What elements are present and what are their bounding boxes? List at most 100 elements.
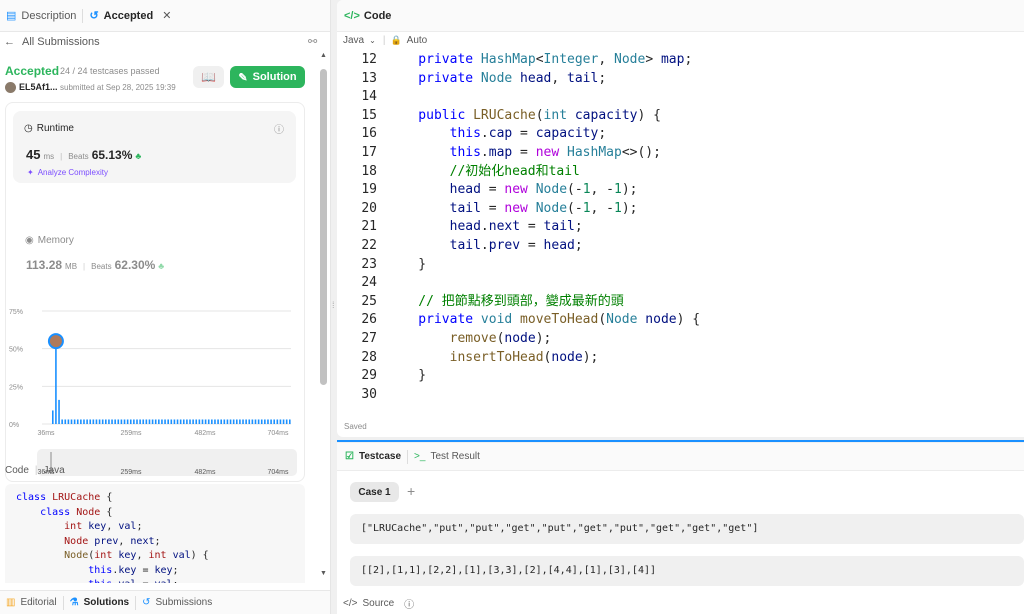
left-scrollbar[interactable]: ▲ ▼ <box>318 52 329 582</box>
testcases-passed: 24 / 24 testcases passed <box>60 66 160 76</box>
histogram-bar <box>226 419 229 424</box>
histogram-bar <box>151 419 154 424</box>
histogram-bar <box>117 419 120 424</box>
line-number: 20 <box>361 200 377 216</box>
tab-description[interactable]: ▤ Description <box>0 0 82 32</box>
line-number: 30 <box>361 386 377 402</box>
tab-testcase[interactable]: ☑ Testcase <box>337 443 407 471</box>
terminal-icon: >_ <box>414 451 426 462</box>
solution-button[interactable]: ✎ Solution <box>230 66 305 88</box>
code-line: insertToHead(node); <box>387 349 599 365</box>
history-icon: ↺ <box>142 597 151 608</box>
tab-accepted[interactable]: ↺ Accepted ✕ <box>83 0 177 32</box>
histogram-bar <box>189 419 191 424</box>
histogram-bar <box>120 419 123 424</box>
histogram-bar <box>170 419 173 424</box>
range-tick-label: 259ms <box>120 469 142 476</box>
histogram-bar <box>80 419 82 424</box>
histogram-bar <box>76 419 79 424</box>
code-preview-line: this.key = key; <box>16 564 179 576</box>
code-preview-line: class Node { <box>16 506 113 518</box>
checkbox-icon: ☑ <box>345 451 354 462</box>
histogram-bar <box>133 419 135 424</box>
code-content[interactable]: private HashMap<Integer, Node> map; priv… <box>387 51 700 404</box>
user-runtime-marker <box>47 333 64 350</box>
line-number: 24 <box>361 275 377 291</box>
submitted-code-preview[interactable]: class LRUCache { class Node { int key, v… <box>5 484 305 583</box>
add-case-button[interactable]: + <box>407 483 415 499</box>
histogram-bar <box>136 419 138 424</box>
code-meta: Code | Java <box>5 465 65 476</box>
code-preview-line: int key, val; <box>16 521 143 532</box>
histogram-bar <box>223 419 226 424</box>
analyze-complexity-link[interactable]: ✦ Analyze Complexity <box>27 168 108 177</box>
line-number: 26 <box>361 312 377 328</box>
code-line: tail = new Node(-1, -1); <box>387 200 638 216</box>
runtime-distribution-chart[interactable]: 75%50%25%0%36ms 259ms 482ms 704ms36ms 259ms 4… <box>6 299 306 483</box>
histogram-bar <box>182 419 185 424</box>
code-icon: </> <box>343 598 358 609</box>
line-number: 15 <box>361 107 377 123</box>
histogram-bar <box>282 419 285 424</box>
source-bar: </> Source ⓘ <box>343 596 414 611</box>
editor-area: </> Code Java ⌄ | 🔒 Auto 12 13 14 15 16 17 18 1… <box>337 0 1024 614</box>
input-field-1[interactable]: ["LRUCache","put","put","get","put","get… <box>350 514 1024 544</box>
submission-panel: ▤ Description ↺ Accepted ✕ ← All Submiss… <box>0 0 331 614</box>
submission-content: ← All Submissions ⚯ Accepted 24 / 24 tes… <box>0 32 318 583</box>
info-icon[interactable]: ⓘ <box>274 121 284 136</box>
histogram-bar <box>198 419 201 424</box>
saved-status: Saved <box>344 422 367 431</box>
help-icon[interactable]: ⓘ <box>404 596 414 611</box>
tab-editorial[interactable]: ▥ Editorial <box>0 591 63 614</box>
book-icon: 📖 <box>201 70 216 84</box>
histogram-bar <box>145 419 148 424</box>
tab-solutions[interactable]: ⚗ Solutions <box>64 591 136 614</box>
histogram-bar <box>264 419 266 424</box>
x-tick-label: 259ms <box>120 430 142 437</box>
code-line: head = new Node(-1, -1); <box>387 182 638 198</box>
line-number: 16 <box>361 126 377 142</box>
histogram-bar <box>260 419 263 424</box>
histogram-bar <box>101 419 104 424</box>
link-icon[interactable]: ⚯ <box>308 35 317 48</box>
arrow-left-icon: ← <box>4 36 15 48</box>
book-button[interactable]: 📖 <box>193 66 224 88</box>
runtime-value: 45 <box>26 147 41 162</box>
avatar[interactable] <box>5 82 16 93</box>
line-number: 19 <box>361 182 377 198</box>
resize-handle[interactable] <box>337 440 1024 442</box>
scrollbar-thumb[interactable] <box>320 69 327 385</box>
auto-mode[interactable]: Auto <box>407 35 428 46</box>
code-title: </> Code <box>344 10 392 22</box>
histogram-bar <box>70 419 73 424</box>
input-field-2[interactable]: [[2],[1,1],[2,2],[1],[3,3],[2],[4,4],[1]… <box>350 556 1024 586</box>
histogram-bar <box>139 419 141 424</box>
histogram-bar <box>167 419 169 424</box>
histogram-bar <box>179 419 182 424</box>
sparkle-icon: ✦ <box>27 168 34 177</box>
close-tab-icon[interactable]: ✕ <box>162 9 171 22</box>
histogram-bar <box>95 419 98 424</box>
histogram-bar <box>276 419 279 424</box>
source-link[interactable]: Source <box>362 598 394 609</box>
book-icon: ▥ <box>6 597 16 608</box>
case-1-tab[interactable]: Case 1 <box>350 482 399 502</box>
memory-label[interactable]: ◉ Memory <box>25 235 74 246</box>
line-number: 13 <box>361 70 377 86</box>
all-submissions-link[interactable]: ← All Submissions <box>4 36 100 48</box>
language-select[interactable]: Java <box>343 35 364 46</box>
histogram-bar <box>73 419 76 424</box>
histogram-bar <box>285 419 288 424</box>
x-tick-label: 36ms <box>37 430 55 437</box>
y-tick-label: 25% <box>9 384 23 391</box>
histogram-bar <box>108 419 110 424</box>
histogram-bar <box>229 419 232 424</box>
tab-test-result[interactable]: >_ Test Result <box>408 443 486 471</box>
tab-submissions[interactable]: ↺ Submissions <box>136 591 218 614</box>
histogram-bar <box>279 419 282 424</box>
code-header: </> Code <box>337 0 1024 32</box>
runtime-card[interactable]: ◷ Runtime ⓘ 45 ms | Beats 65.13% ♣ ✦ Ana… <box>13 111 296 183</box>
username[interactable]: EL5Af1... <box>19 82 58 92</box>
line-number: 18 <box>361 163 377 179</box>
code-line: this.cap = capacity; <box>387 126 607 142</box>
